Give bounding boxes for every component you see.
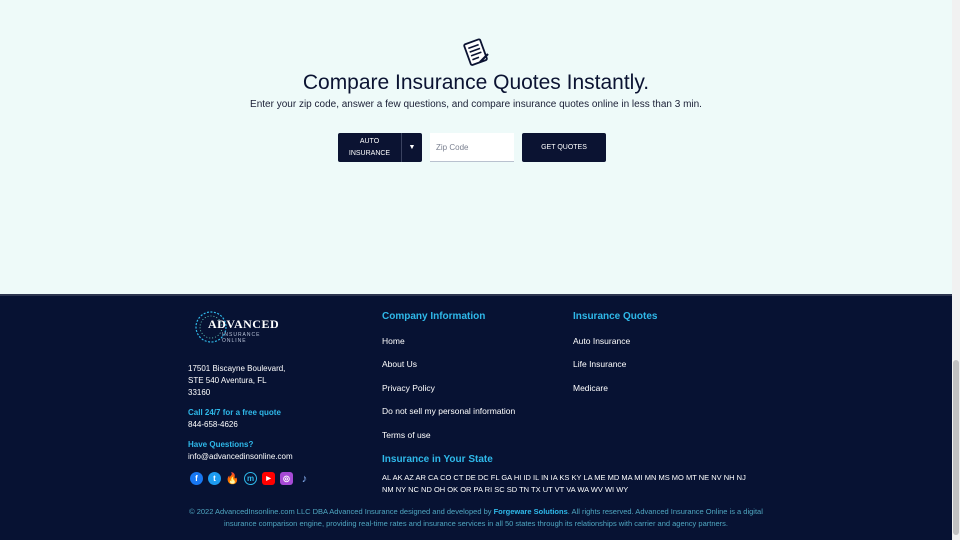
address: 17501 Biscayne Boulevard, STE 540 Aventu… bbox=[188, 363, 308, 399]
questions-label: Have Questions? bbox=[188, 440, 254, 449]
address-line: STE 540 Aventura, FL bbox=[188, 376, 267, 385]
forgeware-link[interactable]: Forgeware Solutions bbox=[494, 507, 568, 516]
copyright: © 2022 AdvancedInsonline.com LLC DBA Adv… bbox=[186, 506, 766, 530]
address-line: 17501 Biscayne Boulevard, bbox=[188, 364, 286, 373]
logo[interactable]: ADVANCED INSURANCE ONLINE bbox=[194, 307, 284, 347]
address-line: 33160 bbox=[188, 388, 211, 397]
checklist-icon bbox=[463, 38, 489, 66]
tinder-icon[interactable]: 🔥 bbox=[226, 472, 240, 485]
messenger-icon[interactable]: m bbox=[244, 472, 257, 485]
insurance-type-line1: AUTO bbox=[359, 138, 380, 145]
call-label: Call 24/7 for a free quote bbox=[188, 408, 281, 417]
copyright-text: © 2022 AdvancedInsonline.com LLC DBA Adv… bbox=[189, 507, 494, 516]
caret-down-icon[interactable]: ▼ bbox=[402, 133, 422, 162]
footer-link-medicare[interactable]: Medicare bbox=[573, 383, 608, 393]
footer: ADVANCED INSURANCE ONLINE 17501 Biscayne… bbox=[0, 294, 952, 540]
facebook-icon[interactable]: f bbox=[190, 472, 203, 485]
footer-link-about[interactable]: About Us bbox=[382, 359, 417, 369]
insurance-type-line2: INSURANCE bbox=[348, 150, 391, 157]
social-links: f t 🔥 m ▶ ◎ ♪ bbox=[190, 472, 311, 485]
state-links-row[interactable]: AL AK AZ AR CA CO CT DE DC FL GA HI ID I… bbox=[382, 472, 772, 484]
company-info-heading: Company Information bbox=[382, 311, 486, 322]
footer-link-home[interactable]: Home bbox=[382, 336, 405, 346]
footer-link-do-not-sell[interactable]: Do not sell my personal information bbox=[382, 406, 515, 416]
insurance-type-select[interactable]: AUTO INSURANCE ▼ bbox=[338, 133, 422, 162]
tiktok-icon[interactable]: ♪ bbox=[298, 472, 311, 485]
page: Compare Insurance Quotes Instantly. Ente… bbox=[0, 0, 952, 540]
insurance-type-label: AUTO INSURANCE bbox=[338, 133, 401, 162]
states-heading: Insurance in Your State bbox=[382, 454, 493, 465]
footer-link-life-insurance[interactable]: Life Insurance bbox=[573, 359, 626, 369]
hero-section: Compare Insurance Quotes Instantly. Ente… bbox=[0, 0, 952, 294]
logo-tagline: INSURANCE ONLINE bbox=[222, 332, 261, 344]
page-title: Compare Insurance Quotes Instantly. bbox=[302, 71, 650, 94]
logo-word: ADVANCED bbox=[208, 317, 280, 331]
scrollbar[interactable] bbox=[952, 0, 960, 540]
zip-code-input[interactable] bbox=[430, 133, 514, 162]
insurance-quotes-heading: Insurance Quotes bbox=[573, 311, 658, 322]
get-quotes-button[interactable]: GET QUOTES bbox=[522, 133, 606, 162]
page-subtitle: Enter your zip code, answer a few questi… bbox=[250, 99, 702, 110]
state-links-row[interactable]: NM NY NC ND OH OK OR PA RI SC SD TN TX U… bbox=[382, 484, 772, 496]
phone-link[interactable]: 844-658-4626 bbox=[188, 420, 238, 429]
scrollbar-thumb[interactable] bbox=[953, 360, 959, 535]
footer-link-privacy[interactable]: Privacy Policy bbox=[382, 383, 435, 393]
youtube-icon[interactable]: ▶ bbox=[262, 472, 275, 485]
footer-link-terms[interactable]: Terms of use bbox=[382, 430, 431, 440]
twitter-icon[interactable]: t bbox=[208, 472, 221, 485]
footer-link-auto-insurance[interactable]: Auto Insurance bbox=[573, 336, 630, 346]
state-links[interactable]: AL AK AZ AR CA CO CT DE DC FL GA HI ID I… bbox=[382, 472, 772, 496]
instagram-icon[interactable]: ◎ bbox=[280, 472, 293, 485]
email-link[interactable]: info@advancedinsonline.com bbox=[188, 452, 293, 461]
